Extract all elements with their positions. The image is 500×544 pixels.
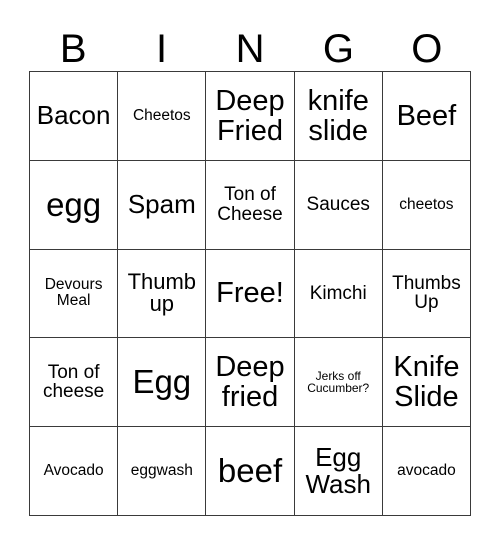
bingo-cell[interactable]: Thumb up — [118, 249, 207, 339]
bingo-cell-label: avocado — [397, 462, 456, 480]
bingo-cell[interactable]: eggwash — [118, 427, 207, 516]
bingo-cell-label: Deep fried — [215, 351, 285, 414]
bingo-cell-label: Jerks off Cucumber? — [307, 368, 370, 396]
bingo-header-cell-o: O — [383, 8, 471, 71]
bingo-cell[interactable]: Egg — [118, 338, 207, 428]
bingo-card: B I N G O Bacon Cheetos Deep Fried knife… — [29, 8, 472, 516]
bingo-cell-label: Kimchi — [309, 282, 367, 304]
bingo-cell[interactable]: Bacon — [30, 72, 119, 161]
bingo-cell[interactable]: Knife Slide — [382, 338, 472, 428]
bingo-cell[interactable]: Egg Wash — [294, 427, 383, 516]
bingo-cell-label: Free! — [216, 277, 284, 310]
bingo-row: Bacon Cheetos Deep Fried knife slide Bee… — [30, 72, 472, 161]
bingo-cell[interactable]: Avocado — [30, 427, 119, 516]
bingo-cell[interactable]: Thumbs Up — [382, 249, 472, 339]
bingo-cell-label: eggwash — [130, 462, 193, 480]
bingo-cell-label: Knife Slide — [393, 351, 460, 414]
bingo-cell-label: Deep Fried — [215, 84, 285, 147]
bingo-cell[interactable]: egg — [30, 160, 119, 250]
bingo-cell-label: Bacon — [36, 100, 111, 131]
bingo-header-letter: O — [411, 27, 443, 71]
bingo-cell-label: cheetos — [399, 195, 454, 213]
bingo-cell-label: Egg Wash — [305, 442, 371, 500]
bingo-header-letter: B — [59, 27, 87, 71]
bingo-cell-label: Ton of cheese — [42, 361, 105, 403]
bingo-cell[interactable]: Ton of Cheese — [206, 160, 295, 250]
bingo-cell-label: Egg — [132, 363, 192, 401]
bingo-row: egg Spam Ton of Cheese Sauces cheetos — [30, 160, 472, 250]
bingo-cell[interactable]: Ton of cheese — [30, 338, 119, 428]
bingo-cell-label: Ton of Cheese — [217, 183, 283, 225]
bingo-cell-label: Beef — [396, 99, 457, 132]
bingo-cell[interactable]: Cheetos — [118, 72, 207, 161]
bingo-cell[interactable]: avocado — [382, 427, 472, 516]
bingo-cell-label: Cheetos — [132, 106, 191, 124]
bingo-cell[interactable]: Deep fried — [206, 338, 295, 428]
bingo-header-cell-n: N — [206, 8, 294, 71]
bingo-cell-free[interactable]: Free! — [206, 249, 295, 339]
bingo-header-row: B I N G O — [29, 8, 471, 71]
bingo-cell-label: egg — [46, 185, 102, 223]
bingo-header-letter: I — [156, 27, 168, 71]
bingo-cell[interactable]: Jerks off Cucumber? — [294, 338, 383, 428]
bingo-cell-label: Spam — [127, 189, 196, 220]
bingo-cell-label: Devours Meal — [44, 276, 103, 310]
bingo-cell-label: Thumb up — [127, 268, 197, 317]
bingo-cell[interactable]: Sauces — [294, 160, 383, 250]
bingo-header-letter: N — [235, 27, 265, 71]
bingo-header-letter: G — [322, 27, 354, 71]
bingo-cell[interactable]: knife slide — [294, 72, 383, 161]
bingo-header-cell-b: B — [29, 8, 117, 71]
bingo-cell[interactable]: Devours Meal — [30, 249, 119, 339]
bingo-row: Ton of cheese Egg Deep fried Jerks off C… — [30, 338, 472, 428]
bingo-cell[interactable]: beef — [206, 427, 295, 516]
bingo-cell-label: Sauces — [306, 193, 370, 215]
bingo-header-cell-g: G — [294, 8, 382, 71]
bingo-cell[interactable]: Deep Fried — [206, 72, 295, 161]
bingo-cell-label: Thumbs Up — [392, 272, 461, 314]
bingo-cell-label: Avocado — [43, 462, 104, 480]
bingo-cell-label: beef — [217, 451, 283, 489]
bingo-cell[interactable]: Beef — [382, 72, 472, 161]
bingo-grid: Bacon Cheetos Deep Fried knife slide Bee… — [29, 71, 472, 516]
bingo-header-cell-i: I — [117, 8, 205, 71]
bingo-row: Devours Meal Thumb up Free! Kimchi Thumb… — [30, 249, 472, 339]
bingo-cell[interactable]: Kimchi — [294, 249, 383, 339]
bingo-cell[interactable]: cheetos — [382, 160, 472, 250]
bingo-cell[interactable]: Spam — [118, 160, 207, 250]
bingo-row: Avocado eggwash beef Egg Wash avocado — [30, 427, 472, 516]
bingo-cell-label: knife slide — [307, 84, 369, 147]
